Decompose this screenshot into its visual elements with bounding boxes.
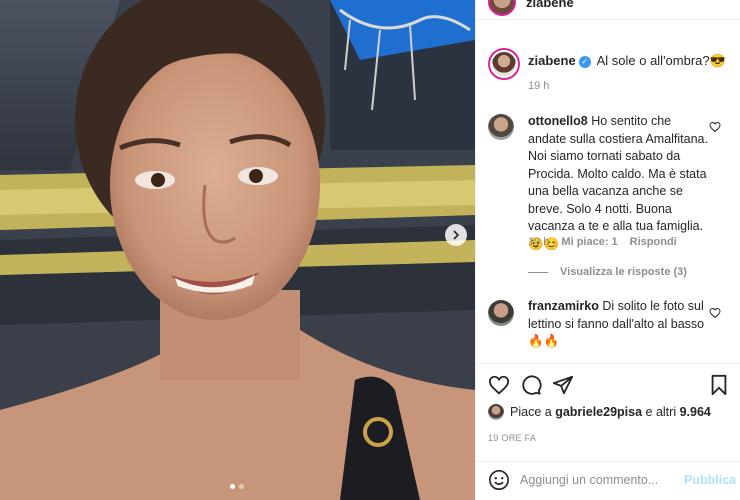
publish-button[interactable]: Pubblica — [684, 473, 736, 487]
comment-username[interactable]: franzamirko — [528, 299, 599, 313]
carousel-dot-active — [230, 484, 235, 489]
post-photo[interactable] — [0, 0, 475, 500]
liker-avatar[interactable] — [488, 404, 504, 420]
post-caption: ziabene ✓ Al sole o all'ombra?😎 — [528, 52, 728, 69]
likes-suffix: e altri — [645, 405, 677, 419]
reply-button[interactable]: Rispondi — [630, 236, 677, 248]
add-comment-bar: Pubblica — [476, 461, 740, 500]
caption-text: Al sole o all'ombra?😎 — [596, 53, 726, 68]
post-date[interactable]: 19 ORE FA — [488, 433, 536, 443]
author-avatar[interactable] — [488, 48, 520, 80]
comment-like-heart-icon[interactable] — [709, 307, 721, 319]
chevron-right-icon — [453, 230, 460, 240]
commenter-avatar[interactable] — [488, 114, 514, 140]
caption-timestamp[interactable]: 19 h — [528, 80, 549, 92]
caption-username[interactable]: ziabene — [528, 53, 576, 68]
comment-likes[interactable]: Mi piace: 1 — [561, 236, 617, 248]
share-icon[interactable] — [552, 374, 574, 396]
commenter-avatar[interactable] — [488, 300, 514, 326]
divider — [476, 363, 740, 364]
likes-count[interactable]: 9.964 — [680, 405, 711, 419]
header-username[interactable]: ziabene — [526, 0, 574, 10]
carousel-dot — [239, 484, 244, 489]
heart-icon[interactable] — [488, 374, 510, 396]
comment-like-heart-icon[interactable] — [709, 121, 721, 133]
verified-icon: ✓ — [578, 56, 591, 68]
liker-username[interactable]: gabriele29pisa — [555, 405, 642, 419]
comment-text: Ho sentito che andate sulla costiera Ama… — [528, 114, 708, 251]
view-replies-label: Visualizza le risposte (3) — [560, 266, 687, 278]
emoji-icon[interactable] — [488, 469, 510, 491]
likes-summary: Piace a gabriele29pisa e altri 9.964 — [488, 404, 711, 420]
post-header: ziabene — [476, 0, 740, 20]
comment-item: ottonello8 Ho sentito che andate sulla c… — [528, 113, 708, 253]
bookmark-icon[interactable] — [708, 374, 730, 396]
comment-username[interactable]: ottonello8 — [528, 114, 588, 128]
comment-time[interactable]: 19 h — [528, 236, 549, 248]
next-photo-button[interactable] — [445, 224, 467, 246]
likes-prefix: Piace a — [510, 405, 552, 419]
selfie-image — [0, 0, 475, 500]
author-avatar-small[interactable] — [488, 0, 516, 16]
post-actions — [488, 374, 733, 398]
comment-input[interactable] — [520, 471, 675, 489]
comment-meta: 19 h Mi piace: 1 Rispondi — [528, 236, 677, 248]
comment-icon[interactable] — [520, 374, 542, 396]
carousel-dots — [230, 484, 244, 489]
comment-item: franzamirko Di solito le foto sul lettin… — [528, 298, 708, 351]
post-side-panel: ziabene ziabene ✓ Al sole o all'ombra?😎 1… — [475, 0, 740, 500]
view-replies-button[interactable]: Visualizza le risposte (3) — [528, 266, 687, 278]
replies-line — [528, 271, 548, 273]
